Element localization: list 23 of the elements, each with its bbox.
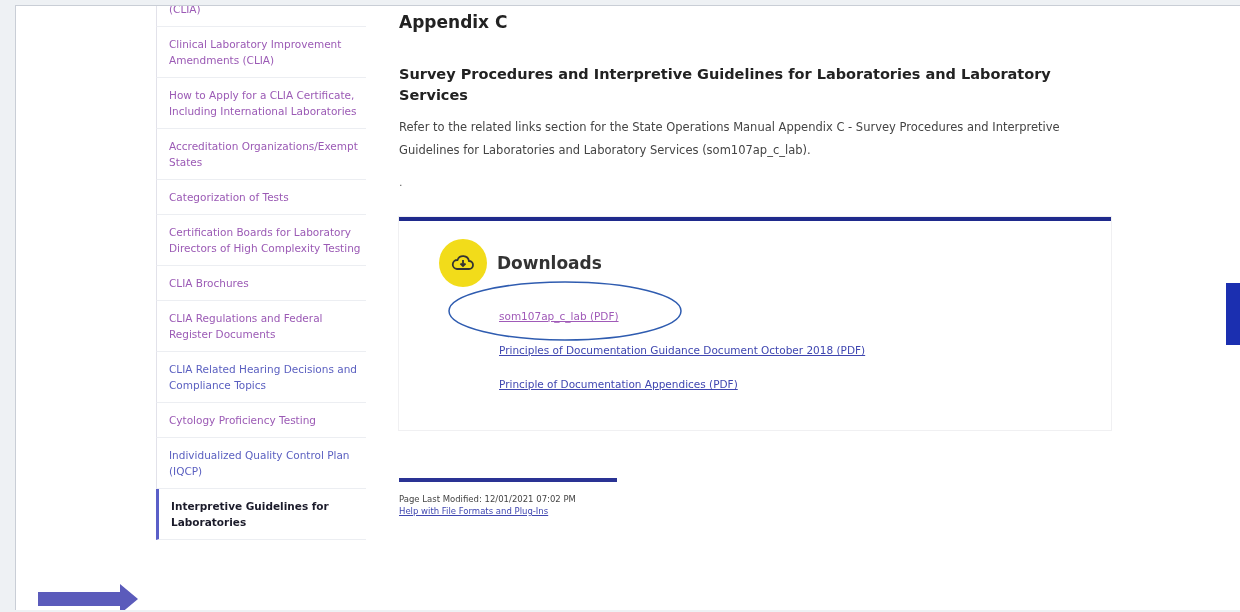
sidebar-link[interactable]: CLIA Regulations and Federal Register Documents [156, 301, 366, 352]
sidebar-link[interactable]: Categorization of Tests [156, 180, 366, 215]
sidebar-link[interactable]: CLIA Related Hearing Decisions and Compliance Topics [156, 352, 366, 403]
section-heading: Survey Procedures and Interpretive Guidelines for Laboratories and Laboratory Services [399, 65, 1052, 105]
last-modified-text: Page Last Modified: 12/01/2021 07:02 PM [399, 494, 577, 504]
pdf-link[interactable]: som107ap_c_lab (PDF) [499, 310, 619, 322]
sidebar-link[interactable]: How to Apply for a CLIA Certificate, Including International Laboratories [156, 78, 366, 129]
stray-dot: . [399, 176, 404, 189]
sidebar-link[interactable]: Certification Boards for Laboratory Directors of High Complexity Testing [156, 215, 366, 266]
sidebar-link[interactable]: Cytology Proficiency Testing [156, 403, 366, 438]
feedback-tab[interactable] [1226, 283, 1240, 345]
sidebar-link[interactable]: Interpretive Guidelines for Laboratories [156, 489, 366, 540]
sidebar-link[interactable]: Clinical Laboratory Improvement Amendments (CLIA) [156, 27, 366, 78]
sidebar-link[interactable]: Accreditation Organizations/Exempt States [156, 129, 366, 180]
sidebar-link[interactable]: Individualized Quality Control Plan (IQCP) [156, 438, 366, 489]
pdf-link[interactable]: Principles of Documentation Guidance Document October 2018 (PDF) [499, 344, 866, 356]
sidebar-link[interactable]: CLIA Brochures [156, 266, 366, 301]
page-title: Appendix C [399, 12, 509, 32]
downloads-heading: Downloads [497, 253, 602, 273]
description-text: Refer to the related links section for the State Operations Manual Appendix C - Survey Procedures and Interpretive Guidelines for Laboratories and Laboratory Services (som107ap_c_lab). [399, 119, 1061, 159]
cloud-download-icon [439, 239, 487, 287]
help-link[interactable]: Help with File Formats and Plug-Ins [399, 506, 617, 516]
pdf-link[interactable]: Principle of Documentation Appendices (PDF) [499, 378, 738, 390]
